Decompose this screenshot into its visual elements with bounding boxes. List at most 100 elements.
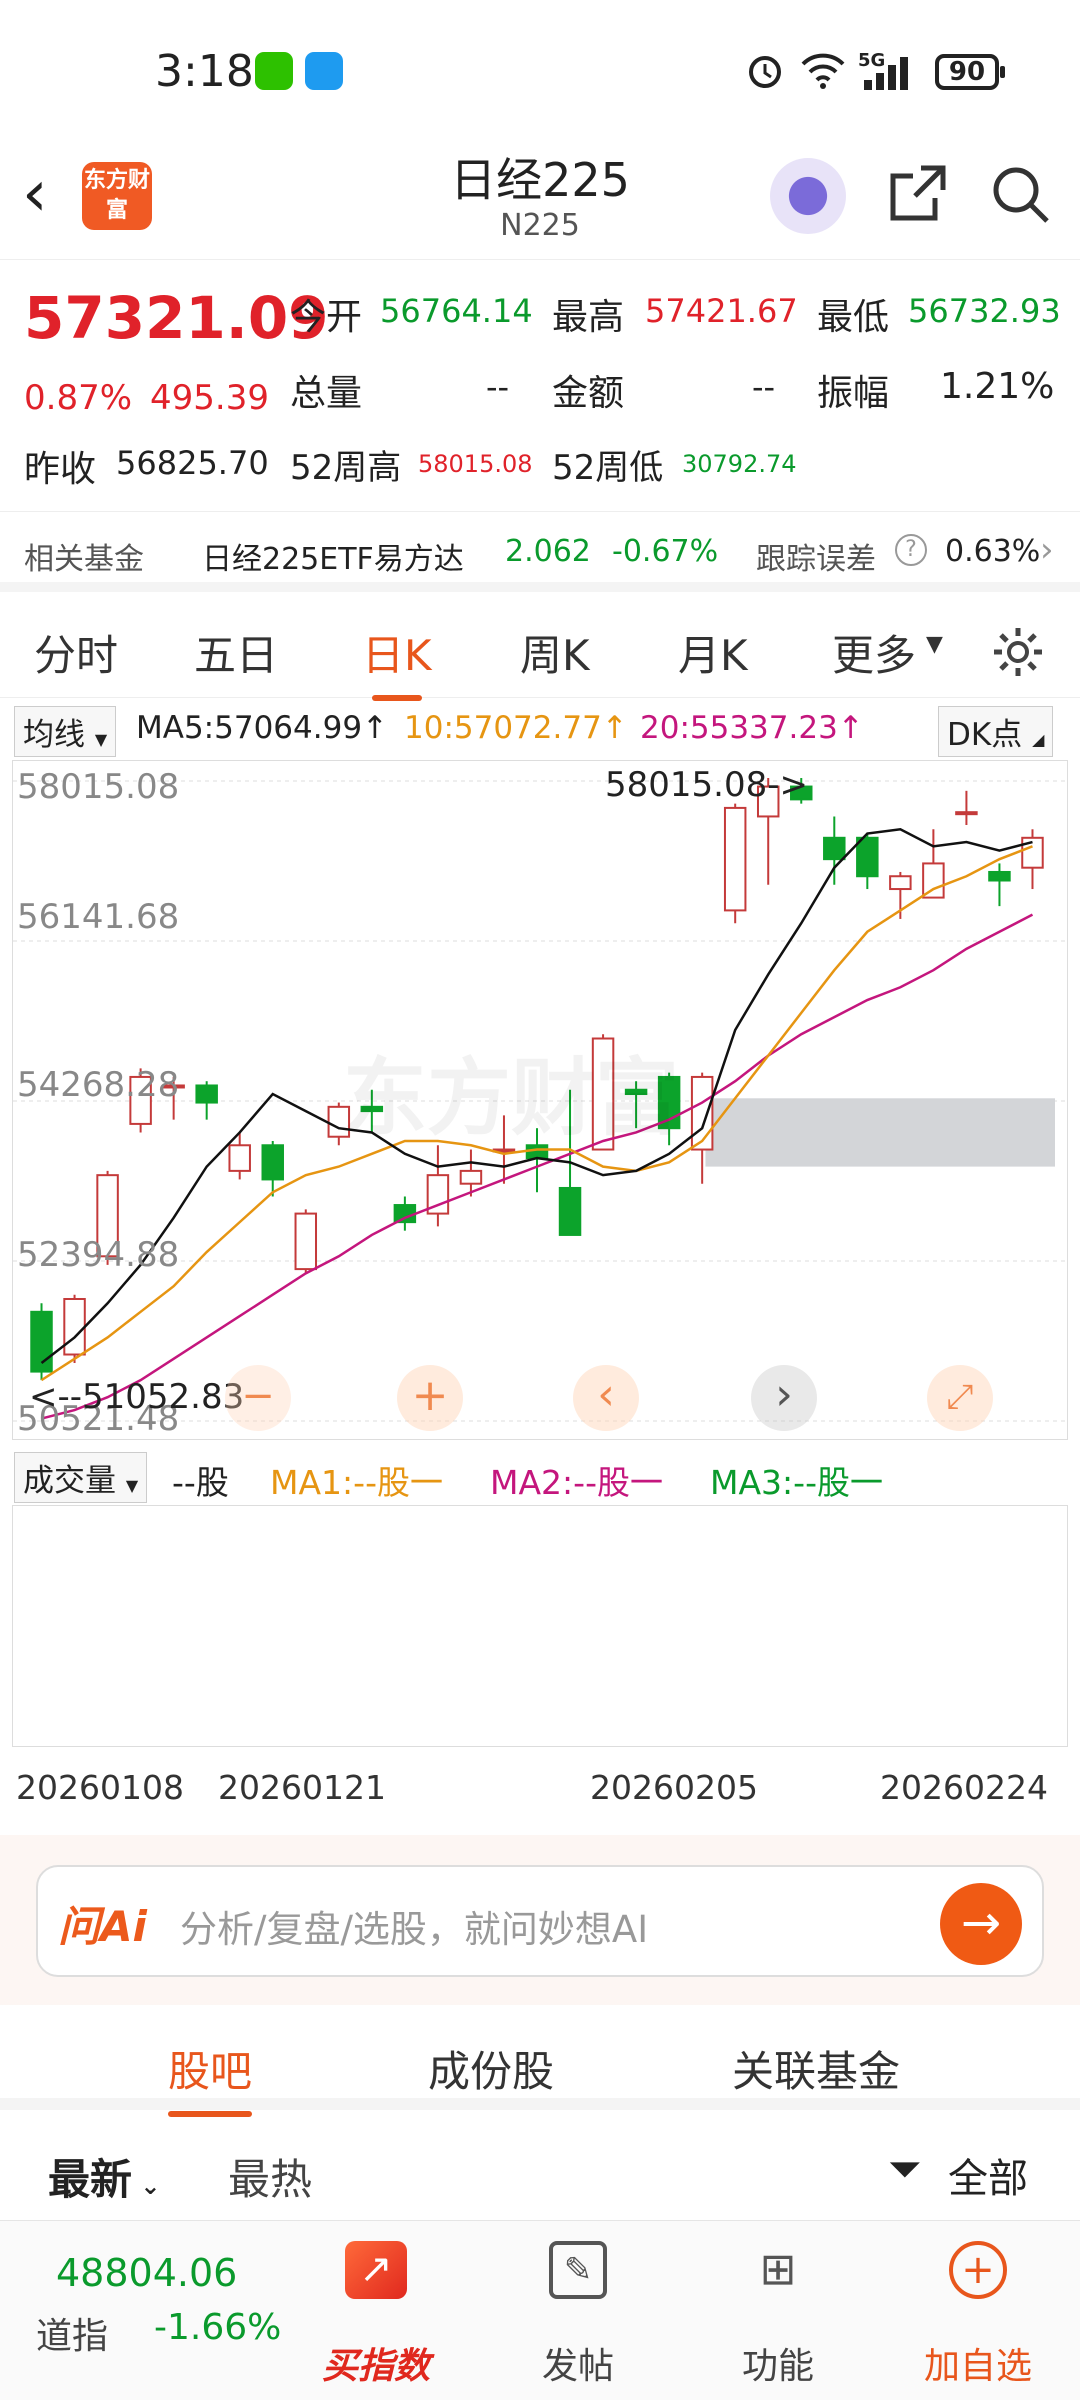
indicator-select-label: 均线 xyxy=(23,717,85,753)
dk-point-label: DK点 xyxy=(947,717,1023,753)
zoom-out-button[interactable]: − xyxy=(225,1365,291,1431)
dow-label: 道指 xyxy=(36,2316,109,2357)
nav-functions[interactable]: ⊞ 功能 xyxy=(698,2241,858,2387)
low-label: 最低 xyxy=(817,297,890,338)
bottom-bar: 48804.06 道指 -1.66% ↗ 买指数 ✎ 发帖 ⊞ 功能 + 加自选 xyxy=(0,2220,1080,2400)
kline-chart[interactable]: 东方财富 58015.08 56141.68 54268.28 52394.88… xyxy=(12,760,1068,1440)
nav-add-watchlist-label: 加自选 xyxy=(923,2346,1032,2387)
amplitude-value: 1.21% xyxy=(940,366,1055,407)
amount-label: 金额 xyxy=(552,373,625,414)
tab-five-day[interactable]: 五日 xyxy=(194,622,278,683)
related-fund-row[interactable]: 相关基金 日经225ETF易方达 2.062 -0.67% 跟踪误差 ? 0.6… xyxy=(0,512,1080,592)
y-label-1: 58015.08 xyxy=(17,767,180,807)
nav-add-watchlist[interactable]: + 加自选 xyxy=(898,2241,1058,2387)
candle-body xyxy=(393,1204,417,1224)
pan-right-button[interactable]: › xyxy=(751,1365,817,1431)
search-icon[interactable] xyxy=(988,162,1052,226)
tab-intraday[interactable]: 分时 xyxy=(34,622,118,683)
sub-indicator-select[interactable]: 成交量 ▼ xyxy=(14,1452,148,1503)
caret-down-icon: ▼ xyxy=(926,632,943,657)
volume-label: 总量 xyxy=(290,373,363,414)
volume-value: -- xyxy=(486,368,510,406)
tab-more[interactable]: 更多 xyxy=(832,622,916,683)
caret-down-icon: ▼ xyxy=(125,1476,139,1495)
min-annotation: <--51052.83 xyxy=(29,1377,245,1417)
change-percent: 0.87% xyxy=(24,378,133,418)
community-tabs: 股吧 成份股 关联基金 xyxy=(0,2010,1080,2117)
tab-daily-k[interactable]: 日K xyxy=(362,622,432,701)
add-circle-icon: + xyxy=(949,2241,1007,2299)
share-icon[interactable] xyxy=(885,162,949,226)
pan-left-button[interactable]: ‹ xyxy=(573,1365,639,1431)
chart-trend-icon: ↗ xyxy=(345,2241,407,2299)
chevron-right-icon: › xyxy=(1040,530,1054,570)
max-annotation: 58015.08-> xyxy=(605,765,808,805)
ai-input-box[interactable]: 问Ai 分析/复盘/选股，就问妙想AI → xyxy=(36,1865,1044,1977)
period-tabs: 分时 五日 日K 周K 月K 更多 ▼ xyxy=(0,602,1080,701)
filter-icon[interactable]: ⏷ xyxy=(888,2144,922,2194)
nav-buy-index-label: 买指数 xyxy=(321,2346,430,2387)
caret-down-icon: ▼ xyxy=(94,730,108,749)
fund-name[interactable]: 日经225ETF易方达 xyxy=(202,534,464,578)
chart-watermark: 东方财富 xyxy=(343,1049,680,1147)
high-value: 57421.67 xyxy=(645,292,798,330)
chevron-down-icon: ⌄ xyxy=(132,2172,161,2200)
nav-buy-index[interactable]: ↗ 买指数 xyxy=(296,2241,456,2387)
help-icon[interactable]: ? xyxy=(895,534,927,566)
candle-body xyxy=(856,836,879,878)
wechat-icon xyxy=(255,52,293,90)
date-tick-4: 20260224 xyxy=(880,1768,1048,1807)
high-label: 最高 xyxy=(552,297,625,338)
alarm-icon xyxy=(749,56,781,88)
sort-hot[interactable]: 最热 xyxy=(228,2146,312,2207)
candle-body xyxy=(823,836,846,861)
sort-latest[interactable]: 最新 ⌄ xyxy=(48,2146,160,2207)
filter-all[interactable]: 全部 xyxy=(948,2146,1028,2204)
volume-chart[interactable] xyxy=(12,1505,1068,1747)
dow-ticker[interactable]: 48804.06 道指 -1.66% xyxy=(36,2251,281,2371)
candle-body xyxy=(988,870,1011,882)
zoom-in-button[interactable]: + xyxy=(397,1365,463,1431)
nav-post-label: 发帖 xyxy=(541,2346,614,2387)
y-label-2: 56141.68 xyxy=(17,897,180,937)
y-label-4: 52394.88 xyxy=(17,1235,180,1275)
dk-point-button[interactable]: DK点 ◢ xyxy=(938,706,1054,757)
candle-body xyxy=(955,811,978,816)
low-value: 56732.93 xyxy=(908,292,1061,330)
wifi-icon xyxy=(801,53,845,89)
settings-gear-icon[interactable] xyxy=(990,624,1046,680)
open-value: 56764.14 xyxy=(380,292,533,330)
sort-row: 最新 ⌄ 最热 ⏷ 全部 xyxy=(0,2120,1080,2220)
date-axis: 20260108 20260121 20260205 20260224 xyxy=(0,1760,1080,1810)
tab-related-funds[interactable]: 关联基金 xyxy=(732,2038,900,2099)
amount-value: -- xyxy=(752,368,776,406)
week52-high-value: 58015.08 xyxy=(418,450,533,478)
nav-post[interactable]: ✎ 发帖 xyxy=(498,2241,658,2387)
tab-monthly-k[interactable]: 月K xyxy=(678,622,748,683)
volume-ma2: MA2:--股一 xyxy=(490,1463,663,1502)
candle-body xyxy=(723,806,747,912)
sub-indicator-label: 成交量 xyxy=(23,1463,116,1499)
tab-guba[interactable]: 股吧 xyxy=(168,2038,253,2117)
indicator-select[interactable]: 均线 ▼ xyxy=(14,706,117,757)
date-tick-1: 20260108 xyxy=(16,1768,184,1807)
volume-legend-row: 成交量 ▼ --股 MA1:--股一 MA2:--股一 MA3:--股一 xyxy=(0,1448,1080,1503)
candle-body xyxy=(459,1169,483,1185)
amplitude-label: 振幅 xyxy=(817,373,890,414)
candle-body xyxy=(228,1144,251,1172)
volume-current: --股 xyxy=(172,1463,229,1502)
week52-low-value: 30792.74 xyxy=(682,450,797,478)
prev-close-value: 56825.70 xyxy=(116,444,269,482)
fullscreen-button[interactable]: ⤢ xyxy=(927,1365,993,1431)
quote-panel: 57321.09 0.87% 495.39 昨收 56825.70 今开 567… xyxy=(0,260,1080,512)
ai-assistant-icon[interactable] xyxy=(770,158,846,234)
date-tick-2: 20260121 xyxy=(218,1768,386,1807)
candle-body xyxy=(63,1297,86,1356)
candle-body xyxy=(261,1144,284,1181)
tab-weekly-k[interactable]: 周K xyxy=(520,622,590,683)
ai-send-button[interactable]: → xyxy=(940,1883,1022,1965)
search-app-icon xyxy=(305,52,343,90)
current-price: 57321.09 xyxy=(24,284,329,352)
candle-body xyxy=(294,1212,318,1271)
tab-constituents[interactable]: 成份股 xyxy=(428,2038,554,2099)
